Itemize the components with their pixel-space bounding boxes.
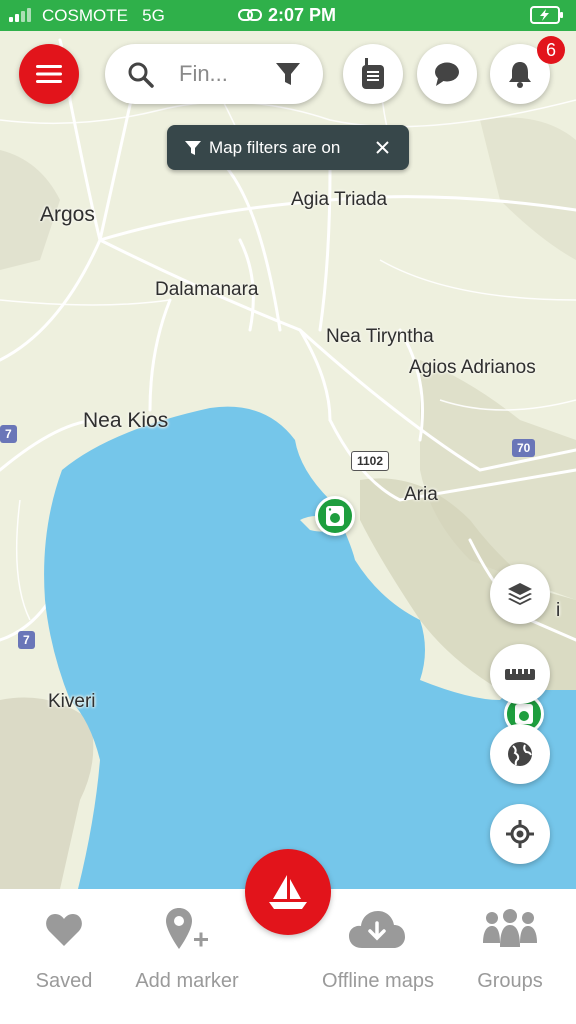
road-shield: 70 [512,439,536,457]
nav-groups[interactable]: Groups [448,889,572,1024]
network-type: 5G [142,6,165,25]
search-icon [128,62,154,88]
signal-icon [9,8,35,22]
battery-icon [530,6,563,24]
walkie-talkie-icon [362,58,384,89]
filter-icon[interactable] [275,61,301,87]
place-label: Aria [404,484,438,505]
place-label: Kiveri [48,691,96,712]
nav-saved[interactable]: Saved [0,889,128,1024]
add-marker-icon [166,908,208,949]
nav-offline-maps-label: Offline maps [322,970,434,992]
crosshair-icon [506,820,534,848]
walkie-talkie-button[interactable] [343,44,403,104]
heart-icon [46,914,82,946]
notification-badge: 6 [537,36,565,64]
search-input[interactable]: Fin... [179,61,228,87]
layers-icon [508,583,532,605]
menu-button[interactable] [19,44,79,104]
ruler-icon [505,669,535,680]
filter-icon [185,141,201,155]
place-label: Agios Adrianos [409,357,536,378]
map-home-button[interactable] [245,849,331,935]
groups-icon [483,909,537,947]
washing-machine-marker-icon[interactable] [315,496,355,536]
link-icon [238,9,262,21]
place-label: Nea Kios [83,409,169,432]
cloud-download-icon [349,911,405,948]
messages-button[interactable] [417,44,477,104]
carrier-name: COSMOTE 5G [42,6,165,25]
nav-offline-maps[interactable]: Offline maps [308,889,448,1024]
nav-saved-label: Saved [35,970,93,992]
globe-button[interactable] [490,724,550,784]
sailboat-icon [269,875,307,909]
place-label: Dalamanara [155,279,259,300]
road-shield: 7 [0,425,17,443]
nav-add-marker-label: Add marker [135,970,239,992]
layers-button[interactable] [490,564,550,624]
my-location-button[interactable] [490,804,550,864]
chat-bubble-icon [435,62,459,86]
place-label: Argos [40,203,95,226]
map-filters-text: Map filters are on [209,138,341,157]
road-shield: 7 [18,631,35,649]
place-label: i [556,600,561,621]
globe-icon [508,742,532,766]
nav-groups-label: Groups [477,970,543,992]
search-bar[interactable]: Fin... [105,44,323,104]
status-bar: COSMOTE 5G 2:07 PM [0,0,576,31]
status-time: 2:07 PM [268,5,337,25]
close-icon[interactable] [376,141,389,154]
bell-icon [509,62,531,88]
measure-button[interactable] [490,644,550,704]
map-filters-banner[interactable]: Map filters are on [167,125,409,170]
place-label: Nea Tiryntha [326,326,434,347]
place-label: Agia Triada [291,189,388,210]
road-shield: 1102 [351,451,390,471]
hamburger-icon [36,65,62,83]
nav-add-marker[interactable]: Add marker [122,889,252,1024]
